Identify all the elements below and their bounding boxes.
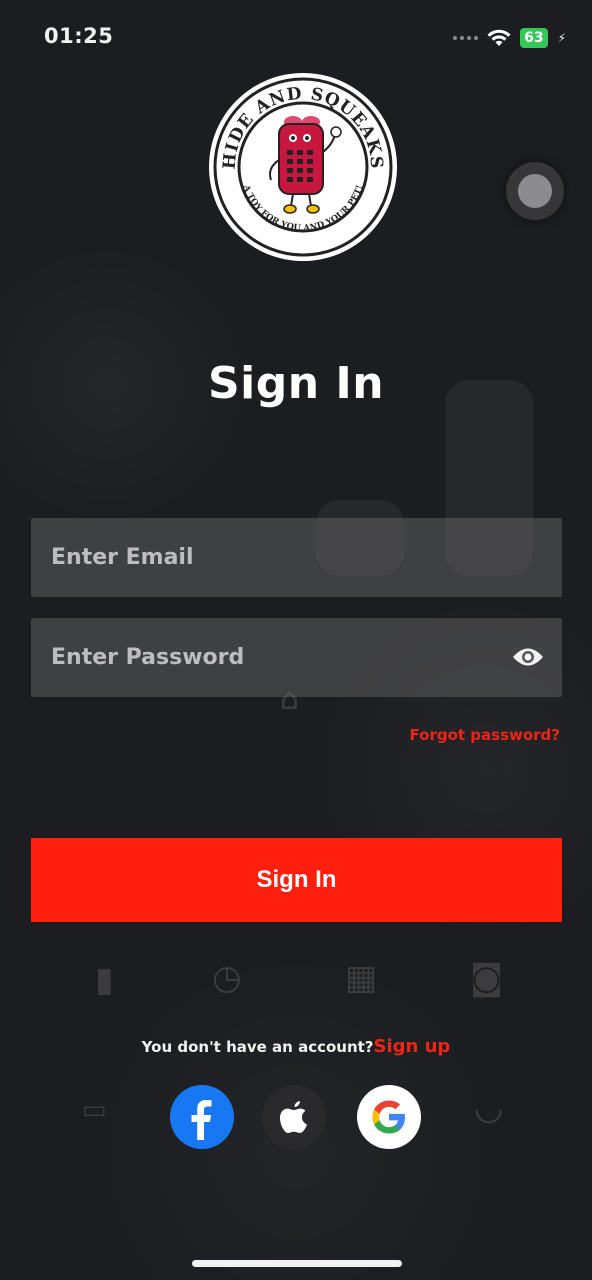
sign-up-link[interactable]: Sign up	[374, 1036, 451, 1057]
timer-icon: ◷	[212, 958, 242, 998]
camera-icon: ◙	[470, 958, 503, 998]
facebook-icon	[191, 1100, 212, 1140]
signup-prompt: You don't have an account?Sign up	[0, 1036, 592, 1057]
eye-icon[interactable]	[512, 646, 544, 668]
status-time: 01:25	[44, 24, 114, 48]
email-placeholder: Enter Email	[51, 545, 194, 570]
charging-icon: ⚡	[557, 31, 566, 45]
page-title: Sign In	[207, 358, 385, 409]
facebook-login-button[interactable]	[170, 1085, 234, 1149]
battery-level: 63	[524, 30, 544, 46]
forgot-password-link[interactable]: Forgot password?	[410, 726, 561, 744]
apple-login-button[interactable]	[262, 1085, 326, 1149]
sign-in-screen: ▮ ◷ ▦ ◙ ▭ ◡ ⌂ 01:25 63 ⚡ HIDE AND SQUEAK…	[0, 0, 592, 1280]
password-placeholder: Enter Password	[51, 645, 245, 670]
google-login-button[interactable]	[357, 1085, 421, 1149]
account-prompt-text: You don't have an account?	[141, 1038, 374, 1056]
hide-and-squeaks-logo: HIDE AND SQUEAKS A TOY FOR YOU AND YOUR …	[209, 73, 397, 261]
battery-ghost-icon: ▭	[82, 1095, 107, 1125]
google-icon	[372, 1100, 405, 1134]
flashlight-icon: ▮	[95, 960, 114, 1000]
sign-in-button[interactable]: Sign In	[31, 838, 562, 922]
battery-indicator: 63	[520, 28, 548, 48]
apple-icon	[280, 1101, 307, 1133]
ear-icon: ◡	[474, 1088, 504, 1128]
email-field[interactable]: Enter Email	[31, 518, 562, 597]
wifi-icon	[487, 29, 511, 46]
calculator-icon: ▦	[345, 958, 378, 998]
status-indicators: 63 ⚡	[453, 28, 566, 48]
password-field[interactable]: Enter Password	[31, 618, 562, 697]
cellular-signal-icon	[453, 36, 479, 40]
home-indicator[interactable]	[192, 1260, 402, 1267]
assistive-touch-button[interactable]	[506, 162, 564, 220]
